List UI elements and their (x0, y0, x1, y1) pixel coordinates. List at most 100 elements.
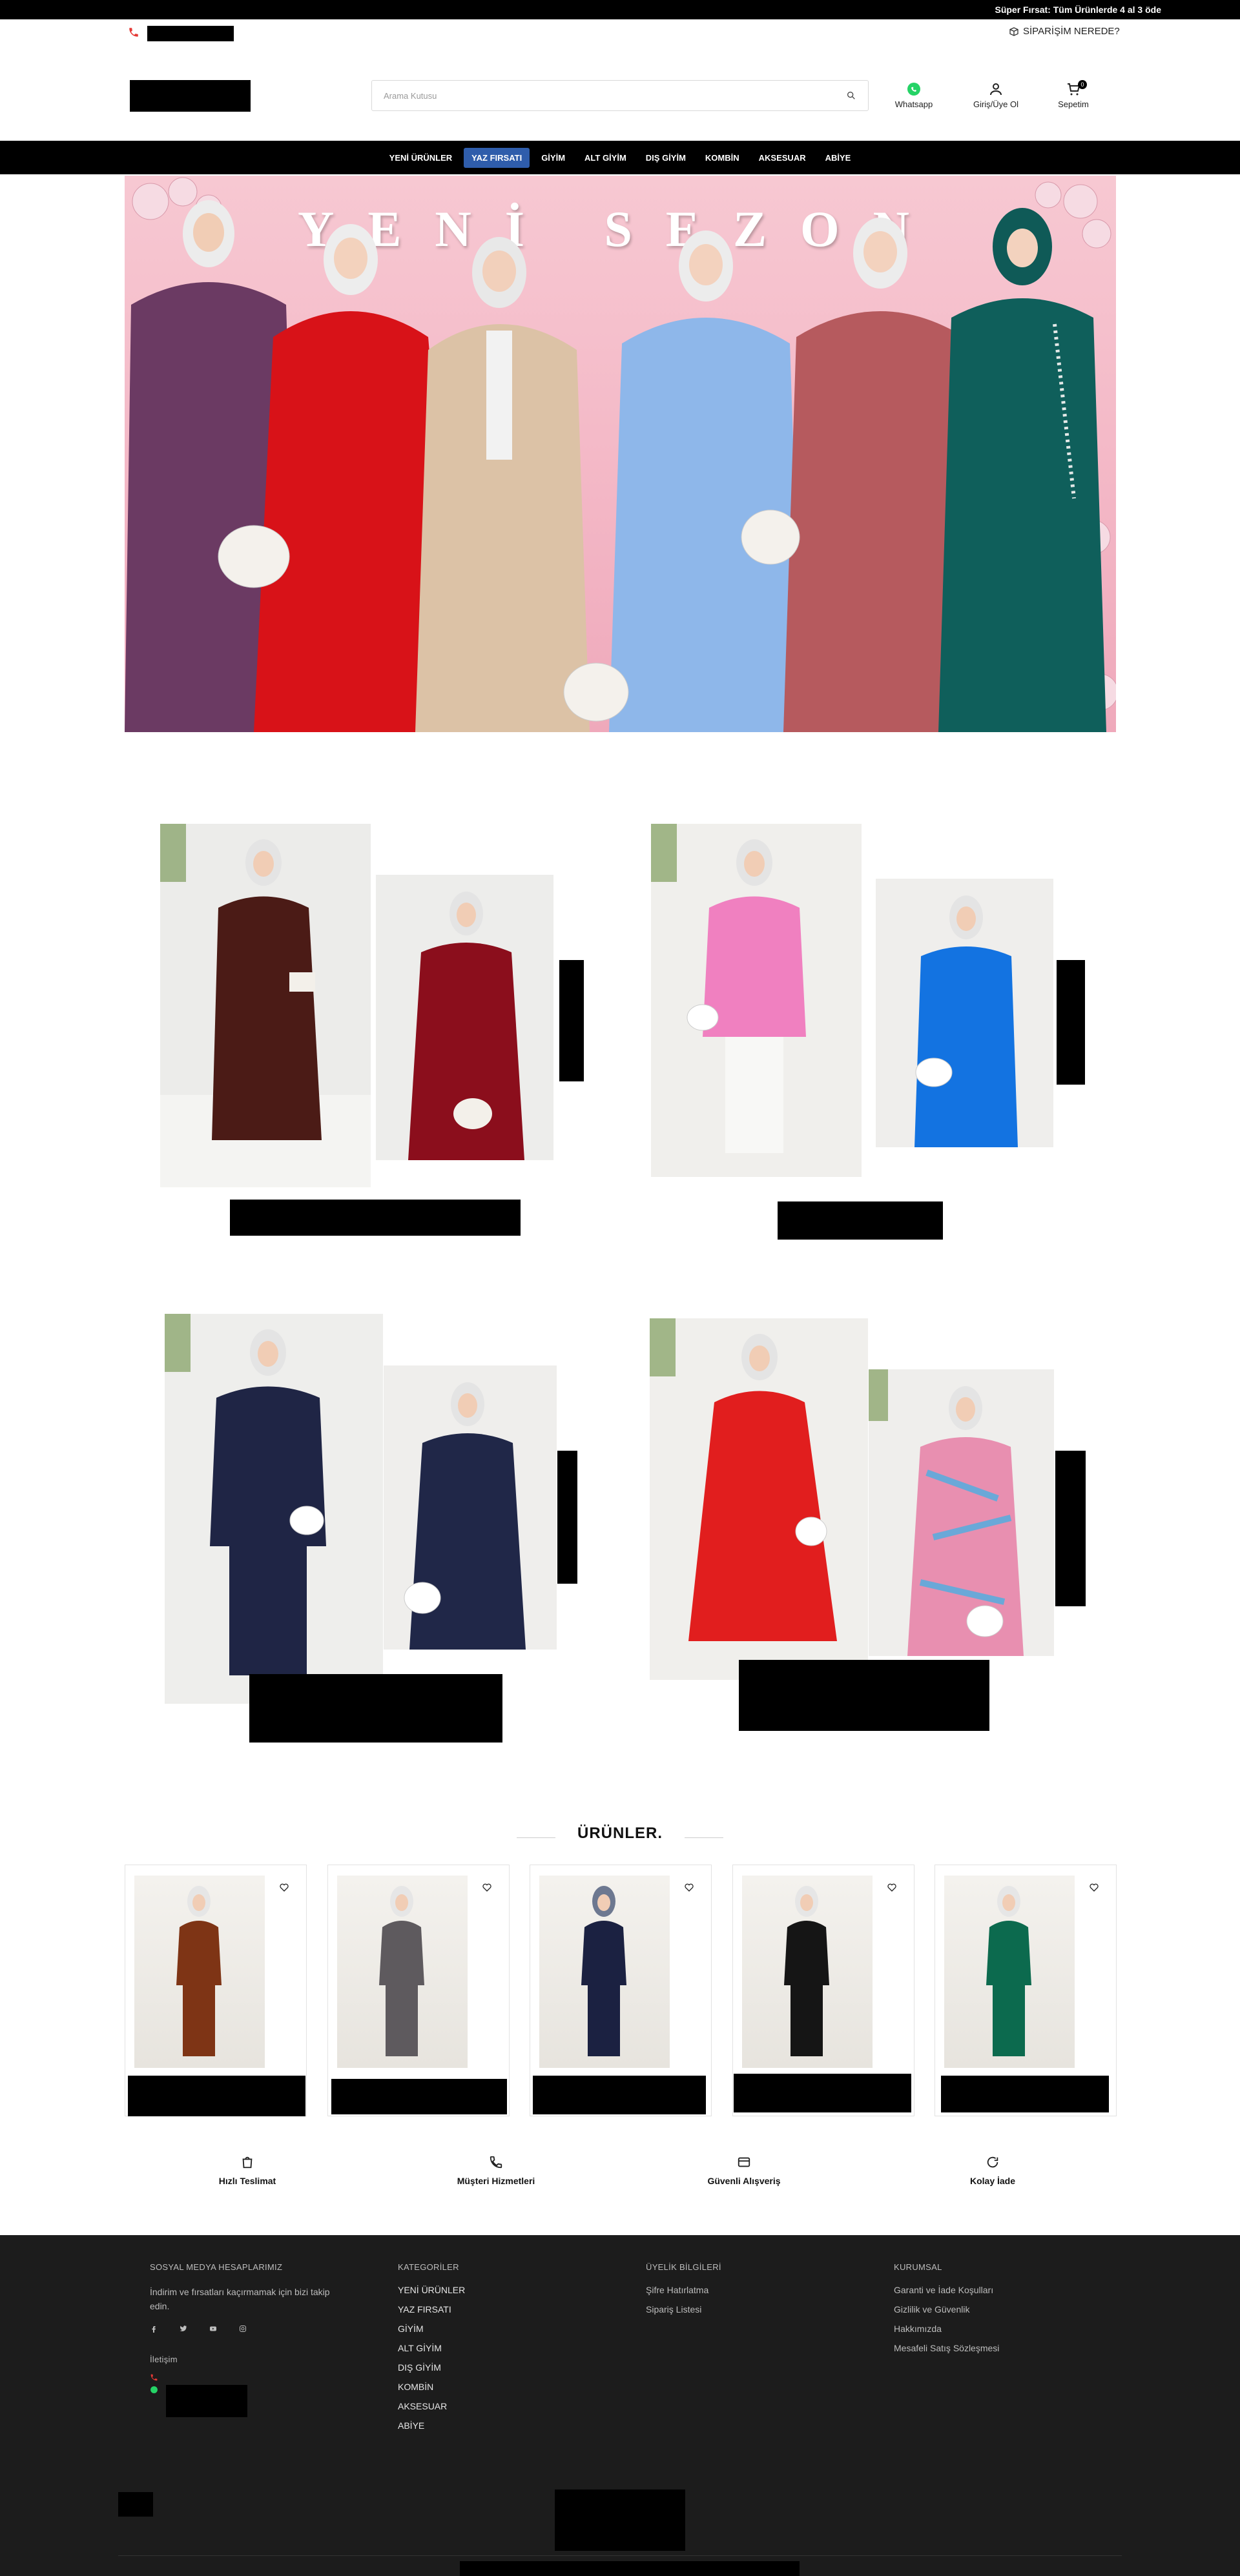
facebook-icon[interactable] (150, 2325, 158, 2333)
phone-icon (490, 2156, 502, 2169)
feature-label: Kolay İade (969, 2176, 1016, 2186)
footer-categories-column: KATEGORİLER YENİ ÜRÜNLER YAZ FIRSATI GİY… (398, 2262, 540, 2440)
product-title-redacted[interactable] (734, 2074, 911, 2112)
whatsapp-label: Whatsapp (894, 99, 933, 109)
promo-bar: Süper Fırsat: Tüm Ürünlerde 4 al 3 öde (0, 0, 1240, 19)
footer-link[interactable]: ABİYE (398, 2420, 540, 2431)
footer-membership-column: ÜYELİK BİLGİLERİ Şifre Hatırlatma Sipari… (646, 2262, 801, 2324)
heart-icon[interactable] (279, 1882, 289, 1892)
footer-categories-heading: KATEGORİLER (398, 2262, 459, 2272)
collection-image-4b[interactable] (869, 1369, 1054, 1656)
cart-count-badge: 0 (1078, 80, 1087, 89)
collection-thumb-redacted-4 (1055, 1451, 1086, 1606)
collection-thumb-redacted-3 (557, 1451, 577, 1584)
collection-image-1a[interactable] (160, 824, 371, 1187)
footer-corporate-heading: KURUMSAL (894, 2262, 942, 2272)
nav-item-giyim[interactable]: GİYİM (533, 148, 573, 168)
product-title-redacted[interactable] (128, 2076, 305, 2116)
order-tracking-link[interactable]: SİPARİŞİM NEREDE? (1009, 26, 1120, 37)
user-icon (990, 83, 1002, 96)
order-tracking-label: SİPARİŞİM NEREDE? (1023, 26, 1120, 37)
feature-fast-delivery: Hızlı Teslimat (170, 2155, 325, 2186)
nav-item-yeni-urunler[interactable]: YENİ ÜRÜNLER (382, 148, 460, 168)
feature-customer-service: Müşteri Hizmetleri (418, 2155, 574, 2186)
twitter-icon[interactable] (180, 2325, 187, 2333)
footer-link[interactable]: YENİ ÜRÜNLER (398, 2285, 540, 2295)
phone-number-redacted (147, 26, 234, 41)
model-image (376, 875, 553, 1160)
hero-banner[interactable]: YENİ SEZON (125, 176, 1116, 732)
footer-link[interactable]: Garanti ve İade Koşulları (894, 2285, 1088, 2295)
nav-item-abiye[interactable]: ABİYE (818, 148, 859, 168)
heart-icon[interactable] (482, 1882, 492, 1892)
search-input[interactable] (384, 90, 846, 101)
product-photo (986, 1886, 1031, 2056)
collection-image-2a[interactable] (651, 824, 862, 1177)
search-box[interactable] (371, 80, 869, 111)
product-image[interactable] (539, 1876, 670, 2068)
product-image[interactable] (134, 1876, 265, 2068)
footer-small-logo-redacted (118, 2492, 153, 2517)
heart-icon[interactable] (887, 1882, 897, 1892)
collection-label-redacted-3[interactable] (249, 1674, 502, 1743)
product-title-redacted[interactable] (331, 2079, 507, 2114)
footer-logo-redacted (555, 2489, 685, 2551)
feature-easy-return: Kolay İade (915, 2155, 1070, 2186)
cart-button[interactable]: 0 Sepetim (1044, 80, 1102, 109)
nav-item-kombin[interactable]: KOMBİN (698, 148, 747, 168)
product-image[interactable] (944, 1876, 1075, 2068)
collection-image-3b[interactable] (384, 1365, 557, 1650)
nav-item-yaz-firsati[interactable]: YAZ FIRSATI (464, 147, 530, 168)
nav-item-alt-giyim[interactable]: ALT GİYİM (577, 148, 634, 168)
nav-item-aksesuar[interactable]: AKSESUAR (751, 148, 814, 168)
collection-label-redacted-2[interactable] (778, 1201, 943, 1240)
collection-label-redacted-4[interactable] (739, 1660, 989, 1731)
footer-link[interactable]: YAZ FIRSATI (398, 2304, 540, 2315)
whatsapp-button[interactable]: Whatsapp (885, 81, 943, 109)
product-image[interactable] (337, 1876, 468, 2068)
product-photo (581, 1886, 626, 2056)
footer-link[interactable]: KOMBİN (398, 2382, 540, 2392)
footer-link[interactable]: Gizlilik ve Güvenlik (894, 2304, 1088, 2315)
collection-image-1b[interactable] (376, 875, 553, 1160)
product-title-redacted[interactable] (941, 2076, 1109, 2112)
feature-secure-shopping: Güvenli Alışveriş (666, 2155, 822, 2186)
youtube-icon[interactable] (209, 2325, 217, 2333)
nav-item-dis-giyim[interactable]: DIŞ GİYİM (638, 148, 694, 168)
whatsapp-icon (150, 2386, 158, 2393)
promo-text: Süper Fırsat: Tüm Ürünlerde 4 al 3 öde (995, 5, 1161, 15)
footer-link[interactable]: ALT GİYİM (398, 2343, 540, 2353)
collection-label-redacted-1[interactable] (230, 1200, 521, 1236)
refresh-icon (987, 2156, 998, 2168)
collection-thumb-redacted-2 (1057, 960, 1085, 1085)
collection-image-3a[interactable] (165, 1314, 383, 1704)
footer-corporate-column: KURUMSAL Garanti ve İade Koşulları Gizli… (894, 2262, 1088, 2362)
footer-link[interactable]: Sipariş Listesi (646, 2304, 801, 2315)
feature-label: Müşteri Hizmetleri (457, 2176, 535, 2186)
credit-card-icon (738, 2157, 750, 2167)
model-image (869, 1369, 1054, 1656)
footer-social-heading: SOSYAL MEDYA HESAPLARIMIZ (150, 2262, 283, 2272)
footer-link[interactable]: AKSESUAR (398, 2401, 540, 2411)
shopping-bag-icon (242, 2156, 253, 2169)
model-image (160, 824, 371, 1187)
product-image[interactable] (742, 1876, 873, 2068)
product-title-redacted[interactable] (533, 2076, 706, 2114)
section-divider-right (685, 1837, 723, 1838)
footer-link[interactable]: GİYİM (398, 2324, 540, 2334)
collection-image-4a[interactable] (650, 1318, 868, 1680)
search-icon[interactable] (846, 90, 856, 101)
footer-link[interactable]: Mesafeli Satış Sözleşmesi (894, 2343, 1088, 2353)
logo[interactable] (130, 80, 251, 112)
footer-link[interactable]: DIŞ GİYİM (398, 2362, 540, 2373)
footer-link[interactable]: Hakkımızda (894, 2324, 1088, 2334)
model-image (650, 1318, 868, 1680)
heart-icon[interactable] (684, 1882, 694, 1892)
login-button[interactable]: Giriş/Üye Ol (967, 81, 1025, 109)
collection-image-2b[interactable] (876, 879, 1053, 1147)
footer-social-column: SOSYAL MEDYA HESAPLARIMIZ İndirim ve fır… (150, 2262, 337, 2394)
heart-icon[interactable] (1089, 1882, 1099, 1892)
instagram-icon[interactable] (239, 2325, 247, 2333)
product-photo (784, 1886, 829, 2056)
footer-link[interactable]: Şifre Hatırlatma (646, 2285, 801, 2295)
